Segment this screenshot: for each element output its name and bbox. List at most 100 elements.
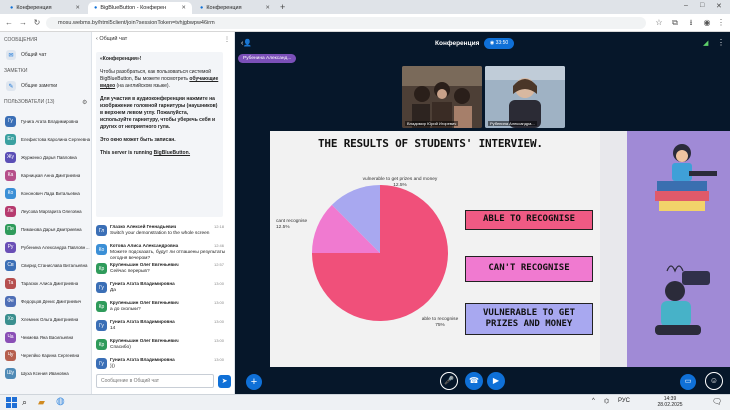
message-author: Глазко Алексей Геннадьевич — [110, 224, 177, 229]
menu-icon[interactable]: ⋮ — [716, 18, 726, 28]
user-list-item[interactable]: Хо Хлемник Ольга Дмитриевна — [5, 312, 91, 326]
message-author: Гунига Агата Владимировна — [110, 281, 175, 286]
video-tile-1[interactable]: Владимир Юрий Игоревич — [402, 66, 482, 128]
message-text: Switch your demonstration to the whole s… — [110, 231, 210, 236]
more-options-icon[interactable]: ⋮ — [224, 36, 230, 43]
send-button[interactable]: ➤ — [218, 375, 231, 388]
users-toggle-icon[interactable]: ‹👤 — [241, 39, 252, 47]
tab-favicon-icon: ● — [200, 5, 204, 11]
mute-microphone-button[interactable]: 🎤 — [440, 372, 458, 390]
user-list-item[interactable]: Шу Шуха Ксения Ивановна — [5, 366, 91, 380]
browser-tab-1[interactable]: ● Конференция ✕ — [4, 2, 86, 14]
connection-status-icon[interactable]: ◢ — [703, 39, 708, 47]
downloads-icon[interactable]: ⭳ — [686, 18, 696, 28]
message-author: Гунига Агата Владимировна — [110, 357, 175, 362]
share-webcam-button[interactable]: ▶ — [487, 372, 505, 390]
browser-tab-3[interactable]: ● Конференция ✕ — [194, 2, 276, 14]
user-list-item[interactable]: Ел Елефистова Каролина Сергеевна — [5, 132, 91, 146]
close-icon[interactable]: ✕ — [75, 5, 80, 11]
video-tile-2[interactable]: Рубенина Александра... — [485, 66, 565, 128]
user-list-item[interactable]: Ру Рубенина Александра Павловна (Мой номе… — [5, 240, 91, 254]
extensions-icon[interactable]: ⧉ — [670, 18, 680, 28]
user-list-item[interactable]: Та Тарасюк Алиса Дмитриевна — [5, 276, 91, 290]
avatar: Хо — [5, 313, 16, 325]
user-list-item[interactable]: Св Свирид Станислава Витальевна — [5, 258, 91, 272]
url-input[interactable]: mosu.webms.by/html5client/join?sessionTo… — [46, 17, 646, 29]
slide-badge-cant: CAN'T RECOGNISE — [465, 256, 593, 282]
user-name: Журженко Дарья Павловна — [21, 154, 77, 160]
avatar: Кр — [96, 339, 107, 350]
notes-section-title: ЗАМЕТКИ — [4, 68, 28, 74]
recording-indicator[interactable]: ◉ 33:50 — [484, 38, 514, 49]
avatar: Ле — [5, 205, 16, 217]
user-list-item[interactable]: Фе Федорцов Денис Дмитриевич — [5, 294, 91, 308]
user-list-item[interactable]: Гу Гунига Агата Владимировна — [5, 114, 91, 128]
user-list-item[interactable]: Ча Чекмева Яна Васильевна — [5, 330, 91, 344]
windows-start-icon[interactable] — [6, 397, 17, 408]
message-author: Котова Алиса Александровна — [110, 243, 179, 248]
tray-arrow-icon[interactable]: ^ — [592, 398, 595, 404]
profile-icon[interactable]: ◉ — [702, 18, 712, 28]
chevron-left-icon[interactable]: ‹ — [96, 36, 98, 42]
star-icon[interactable]: ☆ — [654, 18, 664, 28]
user-name: Тарасюк Алиса Дмитриевна — [21, 280, 79, 286]
slide-title: THE RESULTS OF STUDENTS' INTERVIEW. — [318, 137, 543, 150]
leave-audio-button[interactable]: ☎ — [465, 372, 483, 390]
sidebar-item-public-chat[interactable]: ✉ Общий чат — [6, 50, 46, 60]
screen-share-button[interactable]: ▭ — [680, 374, 696, 390]
user-list-item[interactable]: Чу Черепйко Карина Сергеевна — [5, 348, 91, 362]
browser-tab-bar: ● Конференция ✕ ● BigBlueButton - Конфер… — [0, 0, 730, 14]
avatar: Ка — [5, 169, 16, 181]
maximize-button[interactable]: □ — [700, 2, 704, 9]
pie-label-cant-line: 12.5% — [276, 225, 290, 230]
reactions-button[interactable]: ☺ — [705, 372, 723, 390]
chat-header[interactable]: ‹ Общий чат — [96, 36, 127, 42]
clock[interactable]: 14:39 28.02.2025 — [650, 396, 690, 408]
back-arrow-icon[interactable]: ← — [4, 18, 14, 28]
monitor-icon: ▭ — [684, 378, 692, 385]
gear-icon[interactable]: ⚙ — [82, 99, 87, 106]
close-icon[interactable]: ✕ — [181, 5, 186, 11]
welcome-paragraph-2: Для участия в аудиоконференции нажмите н… — [100, 96, 218, 130]
message-text: 14 — [110, 326, 116, 331]
avatar: Ко — [5, 187, 16, 199]
main-area: ‹👤 Конференция ◉ 33:50 ◢ ⋮ Рубенина Алек… — [235, 32, 730, 394]
message-time: 13:00 — [213, 338, 224, 343]
minimize-button[interactable]: – — [684, 2, 688, 9]
video-feed-2 — [485, 66, 565, 128]
notifications-icon[interactable]: 🗨 — [712, 397, 722, 406]
user-list-item[interactable]: Ле Леусова Маргарита Олеговна — [5, 204, 91, 218]
bbb-link[interactable]: BigBlueButton. — [154, 150, 190, 156]
more-options-icon[interactable]: ⋮ — [717, 38, 725, 47]
video-name-1: Владимир Юрий Игоревич — [405, 121, 459, 126]
browser-tab-2[interactable]: ● BigBlueButton - Конферен ✕ — [88, 2, 192, 14]
search-icon[interactable]: ⌕ — [22, 397, 27, 408]
avatar: Кр — [96, 263, 107, 274]
presenter-badge: Рубенина Александ... — [238, 54, 297, 63]
reload-icon[interactable]: ↻ — [32, 18, 42, 28]
add-action-button[interactable]: + — [246, 374, 262, 390]
user-list-item[interactable]: Жу Журженко Дарья Павловна — [5, 150, 91, 164]
close-icon[interactable]: ✕ — [265, 5, 270, 11]
avatar: Ко — [96, 244, 107, 255]
lang-indicator[interactable]: РУС — [618, 398, 630, 404]
message-text: Можете подсказать, будут ли отпашены рез… — [110, 250, 226, 261]
camera-icon: ▶ — [492, 376, 500, 385]
window-close-button[interactable]: ✕ — [716, 2, 722, 10]
forward-arrow-icon[interactable]: → — [18, 18, 28, 28]
user-list-item[interactable]: Ка Карницкая Анна Дмитриевна — [5, 168, 91, 182]
avatar: Ру — [5, 241, 16, 253]
slide-illustration — [627, 131, 730, 367]
new-tab-button[interactable]: + — [280, 2, 285, 12]
chrome-icon[interactable]: ◍ — [56, 396, 65, 407]
message-time: 12:46 — [213, 243, 224, 248]
user-list-item[interactable]: Пи Пиманова Дарья Дмитриевна — [5, 222, 91, 236]
file-explorer-icon[interactable]: ▰ — [38, 397, 45, 408]
user-list-item[interactable]: Ко Кононович Лада Витальевна — [5, 186, 91, 200]
sidebar-item-shared-notes[interactable]: ✎ Общие заметки — [6, 81, 57, 91]
chat-message-input[interactable]: Сообщение в Общий чат — [96, 374, 214, 388]
slide-badge-vulnerable: VULNERABLE TO GET PRIZES AND MONEY — [465, 303, 593, 335]
network-icon[interactable]: ⌬ — [604, 398, 609, 405]
students-illustration — [655, 144, 717, 335]
messages-section-title: СООБЩЕНИЯ — [4, 37, 38, 43]
